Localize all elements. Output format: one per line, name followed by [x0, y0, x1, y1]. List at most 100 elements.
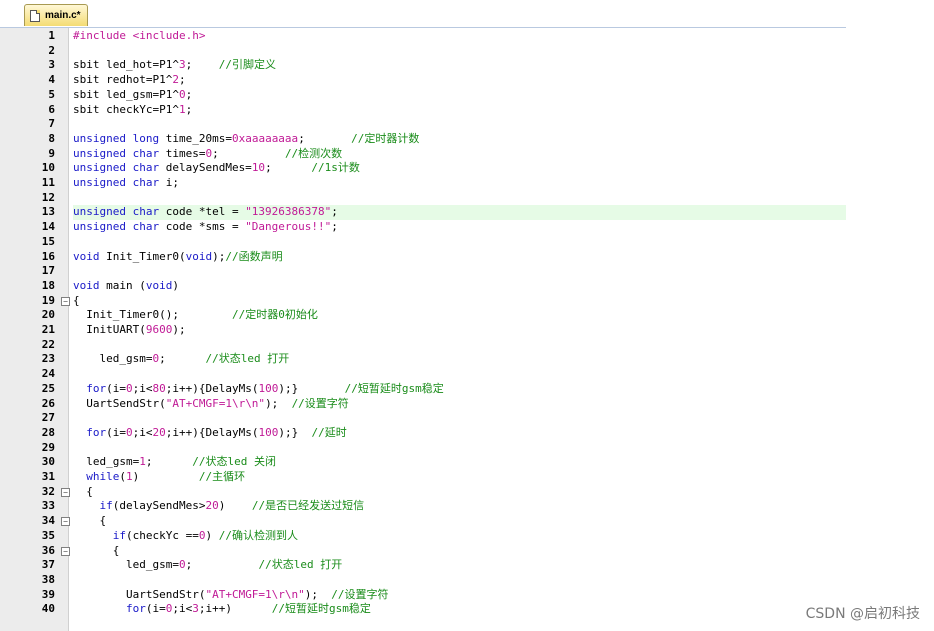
- code-line[interactable]: 3 sbit led_hot=P1^3; //引脚定义: [0, 58, 846, 73]
- tab-main-c[interactable]: main.c*: [24, 4, 88, 26]
- code-token-plain: sbit led_gsm=P1^: [73, 87, 179, 101]
- line-number: 27: [41, 411, 55, 425]
- code-token-plain: ;: [331, 205, 338, 219]
- code-token-string: #include <include.h>: [73, 29, 206, 42]
- code-line[interactable]: 35 if(checkYc ==0) //确认检测到人: [0, 529, 846, 544]
- code-line[interactable]: 26 UartSendStr("AT+CMGF=1\r\n"); //设置字符: [0, 397, 846, 412]
- code-token-number: 100: [258, 425, 279, 439]
- code-token-comment: //短暂延时gsm稳定: [344, 381, 444, 395]
- code-line[interactable]: 30 led_gsm=1; //状态led 关闭: [0, 455, 846, 470]
- code-text: InitUART(9600);: [73, 323, 846, 338]
- code-text: sbit led_gsm=P1^0;: [73, 88, 846, 103]
- code-token-comment: //延时: [311, 425, 347, 439]
- code-line[interactable]: 24: [0, 367, 846, 382]
- code-line[interactable]: 20 Init_Timer0(); //定时器0初始化: [0, 308, 846, 323]
- code-token-plain: (i=: [106, 381, 126, 395]
- code-line[interactable]: 8 unsigned long time_20ms=0xaaaaaaaa; //定…: [0, 132, 846, 147]
- code-line[interactable]: 15: [0, 235, 846, 250]
- code-line[interactable]: 38: [0, 573, 846, 588]
- tab-label: main.c*: [45, 10, 81, 21]
- code-token-plain: );}: [278, 381, 345, 395]
- line-number: 34: [41, 514, 55, 528]
- code-line[interactable]: 10 unsigned char delaySendMes=10; //1s计数: [0, 161, 846, 176]
- code-line[interactable]: 33 if(delaySendMes>20) //是否已经发送过短信: [0, 499, 846, 514]
- code-token-plain: ;: [178, 73, 186, 87]
- code-token-string: "AT+CMGF=1\r\n": [165, 396, 266, 410]
- code-token-number: 10: [251, 161, 266, 175]
- code-line[interactable]: 1 #include <include.h>: [0, 29, 846, 44]
- code-token-plain: ;i<: [172, 602, 193, 616]
- line-number: 2: [48, 43, 55, 57]
- code-token-number: 80: [152, 381, 166, 395]
- code-line[interactable]: 11 unsigned char i;: [0, 176, 846, 191]
- line-number: 33: [41, 499, 55, 513]
- fold-toggle-icon[interactable]: −: [61, 296, 70, 306]
- code-text: led_gsm=1; //状态led 关闭: [73, 455, 846, 470]
- code-line[interactable]: 6 sbit checkYc=P1^1;: [0, 103, 846, 118]
- code-line[interactable]: 16 void Init_Timer0(void);//函数声明: [0, 250, 846, 265]
- code-line[interactable]: 5 sbit led_gsm=P1^0;: [0, 88, 846, 103]
- code-token-keyword: while: [86, 470, 120, 483]
- code-line[interactable]: 34− {: [0, 514, 846, 529]
- code-token-plain: ;: [185, 102, 193, 116]
- code-token-comment: //设置字符: [291, 396, 349, 410]
- code-line[interactable]: 13 unsigned char code *tel = "13926386378…: [0, 205, 846, 221]
- code-text: {: [73, 544, 846, 559]
- code-line[interactable]: 4 sbit redhot=P1^2;: [0, 73, 846, 88]
- code-text: unsigned char times=0; //检测次数: [73, 147, 846, 162]
- fold-toggle-icon[interactable]: −: [61, 517, 70, 527]
- code-token-plain: time_20ms=: [159, 131, 232, 145]
- code-token-plain: ;: [265, 161, 312, 175]
- code-text: unsigned long time_20ms=0xaaaaaaaa; //定时…: [73, 132, 846, 147]
- code-text: {: [73, 514, 846, 529]
- code-token-plain: code *tel =: [159, 205, 246, 219]
- code-token-plain: );}: [278, 425, 312, 439]
- line-number: 14: [41, 220, 55, 234]
- code-line[interactable]: 9 unsigned char times=0; //检测次数: [0, 147, 846, 162]
- code-line[interactable]: 2: [0, 44, 846, 59]
- code-line[interactable]: 27: [0, 411, 846, 426]
- code-token-plain: ;: [298, 131, 352, 145]
- line-number: 15: [41, 234, 55, 248]
- code-line[interactable]: 17: [0, 264, 846, 279]
- code-editor[interactable]: 1 #include <include.h> 2 3 sbit led_hot=P1^3…: [0, 28, 846, 631]
- fold-toggle-icon[interactable]: −: [61, 546, 70, 556]
- code-text: void main (void): [73, 279, 846, 294]
- code-token-comment: //检测次数: [284, 146, 343, 160]
- code-token-number: 0: [178, 558, 186, 572]
- code-line[interactable]: 14 unsigned char code *sms = "Dangerous!!…: [0, 220, 846, 235]
- code-token-plain: led_gsm=: [73, 352, 153, 366]
- code-line[interactable]: 39 UartSendStr("AT+CMGF=1\r\n"); //设置字符: [0, 588, 846, 603]
- code-token-plain: sbit checkYc=P1^: [73, 102, 179, 116]
- line-number: 36: [41, 543, 55, 557]
- code-token-keyword: unsigned char: [73, 176, 160, 189]
- code-line[interactable]: 32− {: [0, 485, 846, 500]
- code-line[interactable]: 31 while(1) //主循环: [0, 470, 846, 485]
- code-token-plain: ;: [185, 558, 259, 572]
- code-line[interactable]: 23 led_gsm=0; //状态led 打开: [0, 352, 846, 367]
- code-line[interactable]: 22: [0, 338, 846, 353]
- code-line[interactable]: 29: [0, 441, 846, 456]
- code-line[interactable]: 21 InitUART(9600);: [0, 323, 846, 338]
- code-line[interactable]: 37 led_gsm=0; //状态led 打开: [0, 558, 846, 573]
- code-line[interactable]: 28 for(i=0;i<20;i++){DelayMs(100);} //延时: [0, 426, 846, 441]
- code-line[interactable]: 7: [0, 117, 846, 132]
- code-text: unsigned char i;: [73, 176, 846, 191]
- code-token-plain: ;i++): [198, 602, 272, 616]
- line-number: 13: [41, 205, 55, 219]
- code-text: for(i=0;i<80;i++){DelayMs(100);} //短暂延时g…: [73, 382, 846, 397]
- code-text: if(checkYc ==0) //确认检测到人: [73, 529, 846, 544]
- code-token-keyword: for: [125, 602, 146, 616]
- code-line[interactable]: 25 for(i=0;i<80;i++){DelayMs(100);} //短暂…: [0, 382, 846, 397]
- code-line[interactable]: 36− {: [0, 544, 846, 559]
- code-token-keyword: for: [86, 425, 107, 439]
- code-line[interactable]: 18 void main (void): [0, 279, 846, 294]
- line-number: 17: [41, 264, 55, 278]
- fold-toggle-icon[interactable]: −: [61, 487, 70, 497]
- code-token-plain: times=: [159, 146, 206, 160]
- code-line[interactable]: 12: [0, 191, 846, 206]
- code-token-plain: );: [212, 249, 226, 263]
- line-number: 38: [41, 572, 55, 586]
- code-line[interactable]: 40 for(i=0;i<3;i++) //短暂延时gsm稳定: [0, 602, 846, 617]
- code-line[interactable]: 19−{: [0, 294, 846, 309]
